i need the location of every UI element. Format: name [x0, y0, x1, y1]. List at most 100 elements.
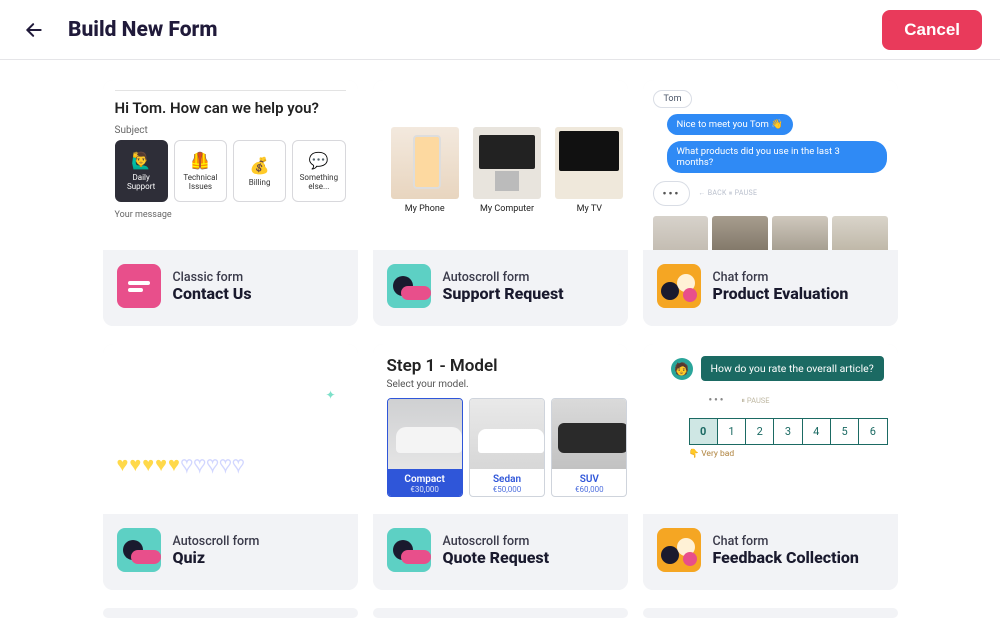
contact-option-billing: 💰 Billing	[233, 140, 286, 202]
rating-low-label: Very bad	[689, 449, 888, 459]
card-kind: Autoscroll form	[443, 270, 564, 285]
rating-cell: 2	[746, 419, 774, 445]
quote-option-suv: SUV€60,000	[551, 398, 627, 497]
support-tile-computer: My Computer	[469, 121, 545, 218]
autoscroll-form-icon	[387, 264, 431, 308]
cancel-button[interactable]: Cancel	[882, 10, 982, 50]
page-title: Build New Form	[68, 18, 218, 42]
chat-form-icon	[657, 264, 701, 308]
template-grid: Hi Tom. How can we help you? Subject 🙋‍♂…	[75, 80, 925, 618]
card-kind: Autoscroll form	[443, 534, 550, 549]
sparkle-icon: ✦	[325, 388, 335, 402]
quote-option-compact: Compact€30,000	[387, 398, 463, 497]
contact-greeting: Hi Tom. How can we help you?	[115, 99, 346, 117]
typing-indicator-icon: •••	[701, 391, 734, 410]
card-name: Feedback Collection	[713, 549, 859, 567]
template-card-support-request[interactable]: Which product is your support req My Pho…	[373, 80, 628, 326]
computer-image-icon	[473, 127, 541, 199]
contact-option-daily-support: 🙋‍♂️ Daily Support	[115, 140, 168, 202]
support-question: Which product is your support req	[387, 94, 628, 111]
decorative-dials-icon	[103, 488, 358, 514]
template-card-quiz[interactable]: ✦ How many lives does a cat have? Hint: …	[103, 344, 358, 590]
car-image-icon	[388, 399, 462, 469]
quote-option-sedan: Sedan€50,000	[469, 398, 545, 497]
tv-image-icon	[555, 127, 623, 199]
rating-cell: 1	[717, 419, 745, 445]
card-kind: Chat form	[713, 534, 859, 549]
back-button[interactable]	[18, 14, 50, 46]
quiz-hint: Hint: it's somewhere between 1 and 10.	[117, 430, 344, 440]
chat-user-reply: Tom	[653, 90, 693, 108]
safety-vest-icon: 🦺	[190, 151, 210, 170]
template-card-placeholder[interactable]	[373, 608, 628, 618]
card-footer: Chat form Product Evaluation	[643, 250, 898, 326]
chat-bot-msg-1: Nice to meet you Tom 👋	[667, 114, 794, 135]
product-thumb-icon	[712, 216, 768, 250]
card-kind: Autoscroll form	[173, 534, 260, 549]
contact-message-label: Your message	[115, 210, 346, 220]
card-name: Quiz	[173, 549, 260, 567]
template-card-feedback-collection[interactable]: 🧑 How do you rate the overall article? •…	[643, 344, 898, 590]
header: Build New Form Cancel	[0, 0, 1000, 60]
speech-bubble-icon: 💬	[309, 151, 329, 170]
arrow-left-icon	[24, 20, 44, 40]
autoscroll-form-icon	[387, 528, 431, 572]
person-raising-hand-icon: 🙋‍♂️	[131, 151, 151, 170]
preview-quote-request: Step 1 - Model Select your model. Compac…	[373, 344, 628, 514]
chat-controls: ← BACK ⏸ PAUSE	[698, 189, 757, 198]
classic-form-icon	[117, 264, 161, 308]
chat-product-images	[653, 216, 888, 250]
preview-feedback-collection: 🧑 How do you rate the overall article? •…	[643, 344, 898, 514]
card-name: Quote Request	[443, 549, 550, 567]
card-footer: Autoscroll form Support Request	[373, 250, 628, 326]
product-thumb-icon	[832, 216, 888, 250]
preview-support-request: Which product is your support req My Pho…	[373, 80, 628, 250]
template-card-placeholder[interactable]	[643, 608, 898, 618]
phone-image-icon	[391, 127, 459, 199]
header-left: Build New Form	[18, 14, 218, 46]
card-kind: Chat form	[713, 270, 849, 285]
card-footer: Classic form Contact Us	[103, 250, 358, 326]
pause-label: ⏸ PAUSE	[741, 396, 769, 406]
template-card-quote-request[interactable]: Step 1 - Model Select your model. Compac…	[373, 344, 628, 590]
contact-option-technical: 🦺 Technical Issues	[174, 140, 227, 202]
card-footer: Chat form Feedback Collection	[643, 514, 898, 590]
rating-cell: 6	[859, 419, 887, 445]
rating-cell: 3	[774, 419, 802, 445]
typing-indicator-icon: •••	[653, 181, 691, 206]
quote-step-title: Step 1 - Model	[387, 356, 628, 376]
rating-scale: 0 1 2 3 4 5 6	[689, 418, 888, 445]
card-kind: Classic form	[173, 270, 252, 285]
card-footer: Autoscroll form Quiz	[103, 514, 358, 590]
preview-product-evaluation: Tom Nice to meet you Tom 👋 What products…	[643, 80, 898, 250]
autoscroll-form-icon	[117, 528, 161, 572]
template-canvas: Hi Tom. How can we help you? Subject 🙋‍♂…	[0, 60, 1000, 621]
product-thumb-icon	[653, 216, 709, 250]
template-card-placeholder[interactable]	[103, 608, 358, 618]
card-name: Contact Us	[173, 285, 252, 303]
contact-subject-options: 🙋‍♂️ Daily Support 🦺 Technical Issues 💰 …	[115, 140, 346, 202]
support-tile-tv: My TV	[551, 121, 627, 218]
chat-form-icon	[657, 528, 701, 572]
rating-cell: 5	[830, 419, 858, 445]
car-image-icon	[470, 399, 544, 469]
template-card-contact-us[interactable]: Hi Tom. How can we help you? Subject 🙋‍♂…	[103, 80, 358, 326]
contact-subject-label: Subject	[115, 125, 346, 136]
support-tile-phone: My Phone	[387, 121, 463, 218]
quiz-hearts: ♥♥♥♥♥♥♥♥♥♥	[117, 452, 344, 477]
quiz-question: How many lives does a cat have?	[117, 384, 344, 424]
template-card-product-evaluation[interactable]: Tom Nice to meet you Tom 👋 What products…	[643, 80, 898, 326]
card-footer: Autoscroll form Quote Request	[373, 514, 628, 590]
template-scroll-area[interactable]: Hi Tom. How can we help you? Subject 🙋‍♂…	[0, 60, 1000, 621]
product-thumb-icon	[772, 216, 828, 250]
rating-cell: 0	[689, 419, 717, 445]
money-bag-icon: 💰	[250, 156, 270, 175]
contact-option-other: 💬 Something else...	[292, 140, 345, 202]
preview-contact-us: Hi Tom. How can we help you? Subject 🙋‍♂…	[103, 80, 358, 250]
card-name: Support Request	[443, 285, 564, 303]
bot-avatar-icon: 🧑	[671, 358, 693, 380]
preview-quiz: ✦ How many lives does a cat have? Hint: …	[103, 344, 358, 514]
feedback-question: How do you rate the overall article?	[701, 356, 884, 381]
car-image-icon	[552, 399, 626, 469]
card-name: Product Evaluation	[713, 285, 849, 303]
